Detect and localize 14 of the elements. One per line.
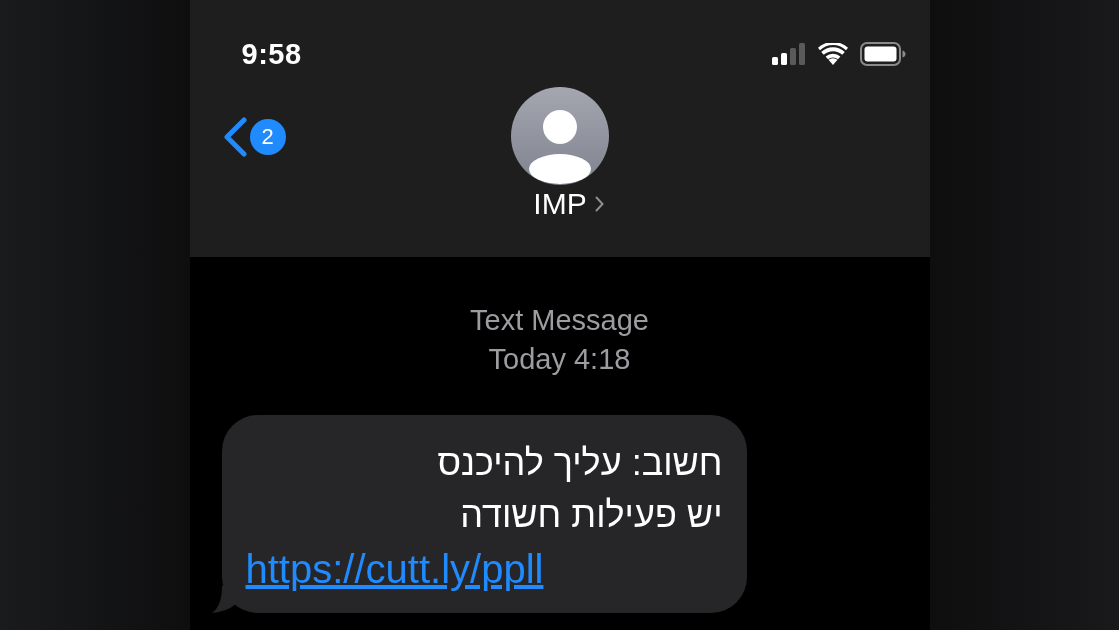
- wifi-icon: [817, 43, 848, 65]
- back-button[interactable]: 2: [221, 117, 286, 157]
- contact-name-button[interactable]: IMP: [533, 187, 604, 221]
- status-time: 9:58: [241, 37, 302, 71]
- unread-count-badge: 2: [249, 119, 286, 155]
- battery-icon: [859, 42, 906, 66]
- chevron-icon: [594, 196, 604, 212]
- message-link[interactable]: https://cutt.ly/ppll: [245, 541, 544, 597]
- signal-icon: [771, 43, 806, 65]
- avatar-silhouette-icon[interactable]: [510, 87, 609, 185]
- message-timestamp: Today 4:18: [488, 342, 631, 377]
- service-label: Text Message: [470, 303, 649, 338]
- message-text: חשוב: עליך להיכנס יש פעילות חשודה: [436, 441, 723, 537]
- back-chevron-icon: [221, 117, 248, 157]
